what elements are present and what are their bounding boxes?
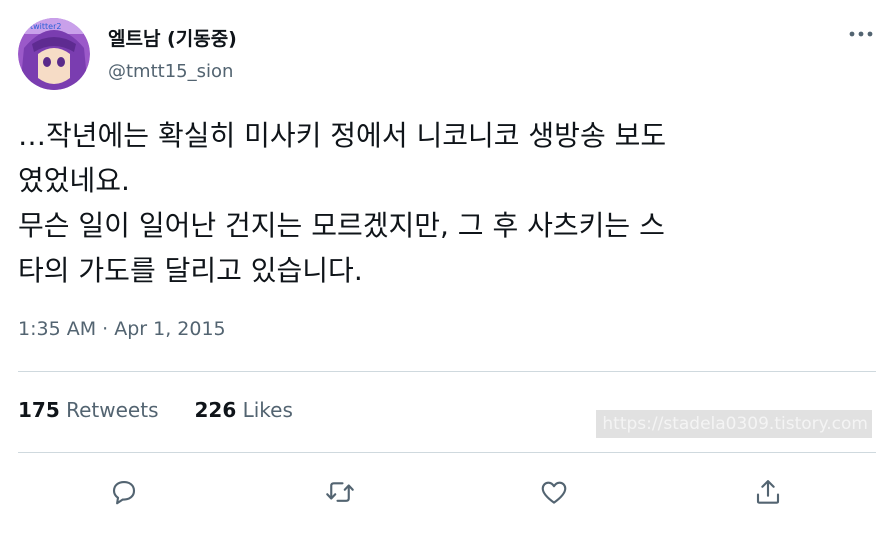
reply-icon	[112, 480, 136, 505]
like-button[interactable]	[534, 472, 574, 512]
share-button[interactable]	[748, 472, 788, 512]
likes-label: Likes	[242, 398, 293, 422]
retweets-stat[interactable]: 175 Retweets	[18, 398, 158, 422]
reply-button[interactable]	[104, 472, 144, 512]
more-icon	[849, 31, 873, 37]
like-icon	[541, 481, 567, 504]
retweet-button[interactable]	[320, 472, 360, 512]
timestamp-link[interactable]: 1:35 AM · Apr 1, 2015	[18, 318, 226, 340]
retweet-icon	[326, 482, 354, 502]
avatar-image: twitter2	[18, 18, 90, 90]
retweets-count: 175	[18, 398, 60, 422]
user-handle[interactable]: @tmtt15_sion	[108, 61, 233, 82]
display-name[interactable]: 엘트남 (기동중)	[108, 24, 237, 51]
retweets-label: Retweets	[66, 398, 159, 422]
divider-bottom	[18, 452, 876, 453]
tweet-stats: 175 Retweets 226 Likes	[18, 398, 293, 422]
avatar[interactable]: twitter2	[18, 18, 90, 90]
share-icon	[756, 480, 780, 504]
watermark: https://stadela0309.tistory.com	[596, 410, 872, 438]
avatar-badge: twitter2	[30, 22, 61, 31]
tweet-text: …작년에는 확실히 미사키 정에서 니코니코 생방송 보도 였었네요. 무슨 일…	[18, 119, 667, 287]
divider-top	[18, 371, 876, 372]
more-options-button[interactable]	[846, 24, 876, 44]
likes-stat[interactable]: 226 Likes	[194, 398, 292, 422]
likes-count: 226	[194, 398, 237, 422]
